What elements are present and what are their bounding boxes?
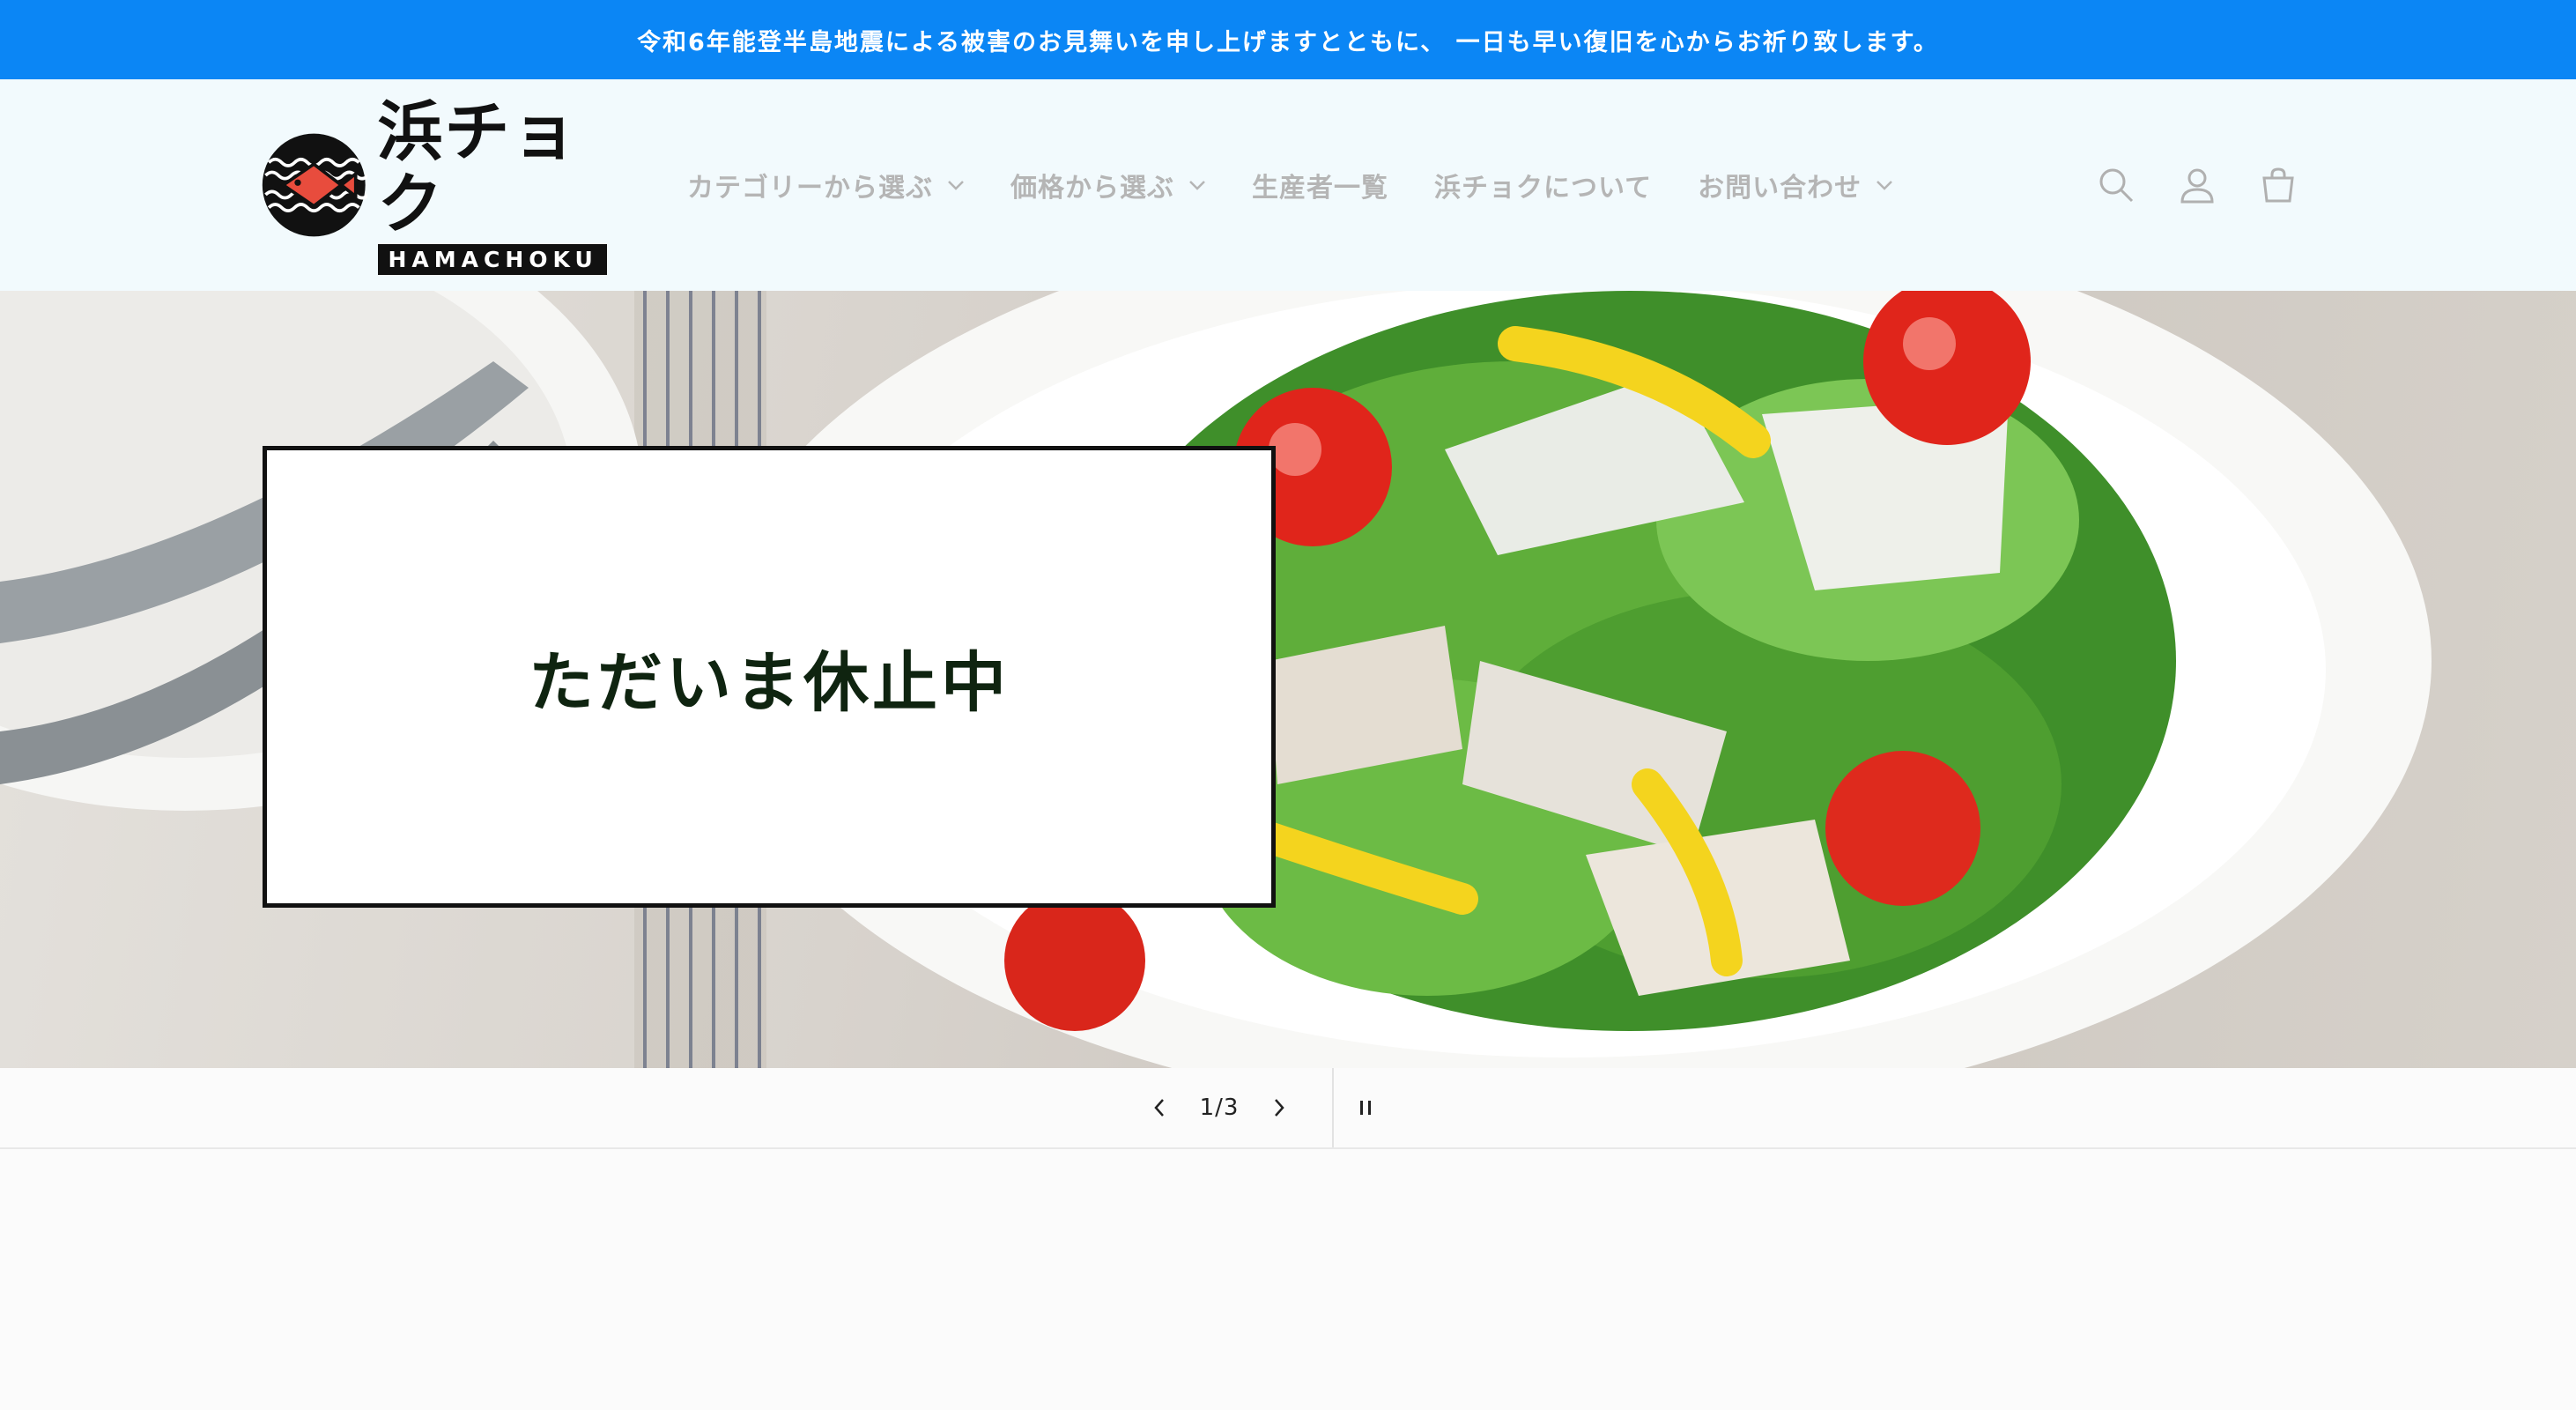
pause-icon [1360, 1101, 1371, 1115]
search-icon [2099, 168, 2134, 203]
nav-item-producers[interactable]: 生産者一覧 [1252, 166, 1388, 204]
chevron-down-icon [1189, 181, 1205, 190]
chevron-left-icon [1154, 1099, 1164, 1117]
logo-wordmark-jp: 浜チョク [377, 93, 579, 242]
chevron-right-icon [1275, 1099, 1284, 1117]
site-logo[interactable]: 浜チョク HAMACHOKU [261, 96, 622, 275]
header-actions [2093, 159, 2336, 212]
announcement-bar: 令和6年能登半島地震による被害のお見舞いを申し上げますとともに、 一日も早い復旧… [0, 0, 2576, 79]
hero-message-box: ただいま休止中 [263, 446, 1276, 908]
nav-item-about[interactable]: 浜チョクについて [1434, 166, 1652, 204]
cart-button[interactable] [2255, 162, 2301, 208]
account-icon [2180, 168, 2214, 204]
site-header: 浜チョク HAMACHOKU カテゴリーから選ぶ 価格から選ぶ 生産者一覧 浜チ… [0, 79, 2576, 291]
chevron-down-icon [948, 181, 964, 190]
pause-slideshow-button[interactable] [1334, 1068, 1397, 1147]
nav-item-label: 浜チョクについて [1434, 173, 1653, 204]
slideshow-controls: 1/3 [0, 1068, 2576, 1149]
page-content-area [0, 1149, 2576, 1410]
nav-item-contact[interactable]: お問い合わせ [1698, 166, 1893, 204]
logo-wordmark-en: HAMACHOKU [377, 243, 607, 275]
fish-logo-icon [262, 133, 367, 237]
main-nav: カテゴリーから選ぶ 価格から選ぶ 生産者一覧 浜チョクについて お問い合わせ [687, 157, 1939, 213]
hero-slideshow: ただいま休止中 [0, 291, 2576, 1068]
nav-item-label: 生産者一覧 [1252, 173, 1388, 204]
search-button[interactable] [2093, 162, 2139, 208]
hero-heading: ただいま休止中 [529, 644, 1010, 721]
nav-item-label: 価格から選ぶ [1010, 173, 1174, 204]
announcement-text: 令和6年能登半島地震による被害のお見舞いを申し上げますとともに、 一日も早い復旧… [637, 28, 1939, 56]
cart-icon [2262, 167, 2294, 203]
account-button[interactable] [2174, 162, 2220, 208]
previous-slide-button[interactable] [1128, 1068, 1191, 1147]
chevron-down-icon [1876, 181, 1892, 190]
nav-item-label: カテゴリーから選ぶ [687, 173, 933, 204]
slide-counter: 1/3 [1199, 1095, 1240, 1121]
nav-item-price[interactable]: 価格から選ぶ [1010, 166, 1206, 204]
nav-item-category[interactable]: カテゴリーから選ぶ [687, 166, 965, 204]
nav-item-label: お問い合わせ [1698, 173, 1862, 204]
next-slide-button[interactable] [1247, 1068, 1311, 1147]
